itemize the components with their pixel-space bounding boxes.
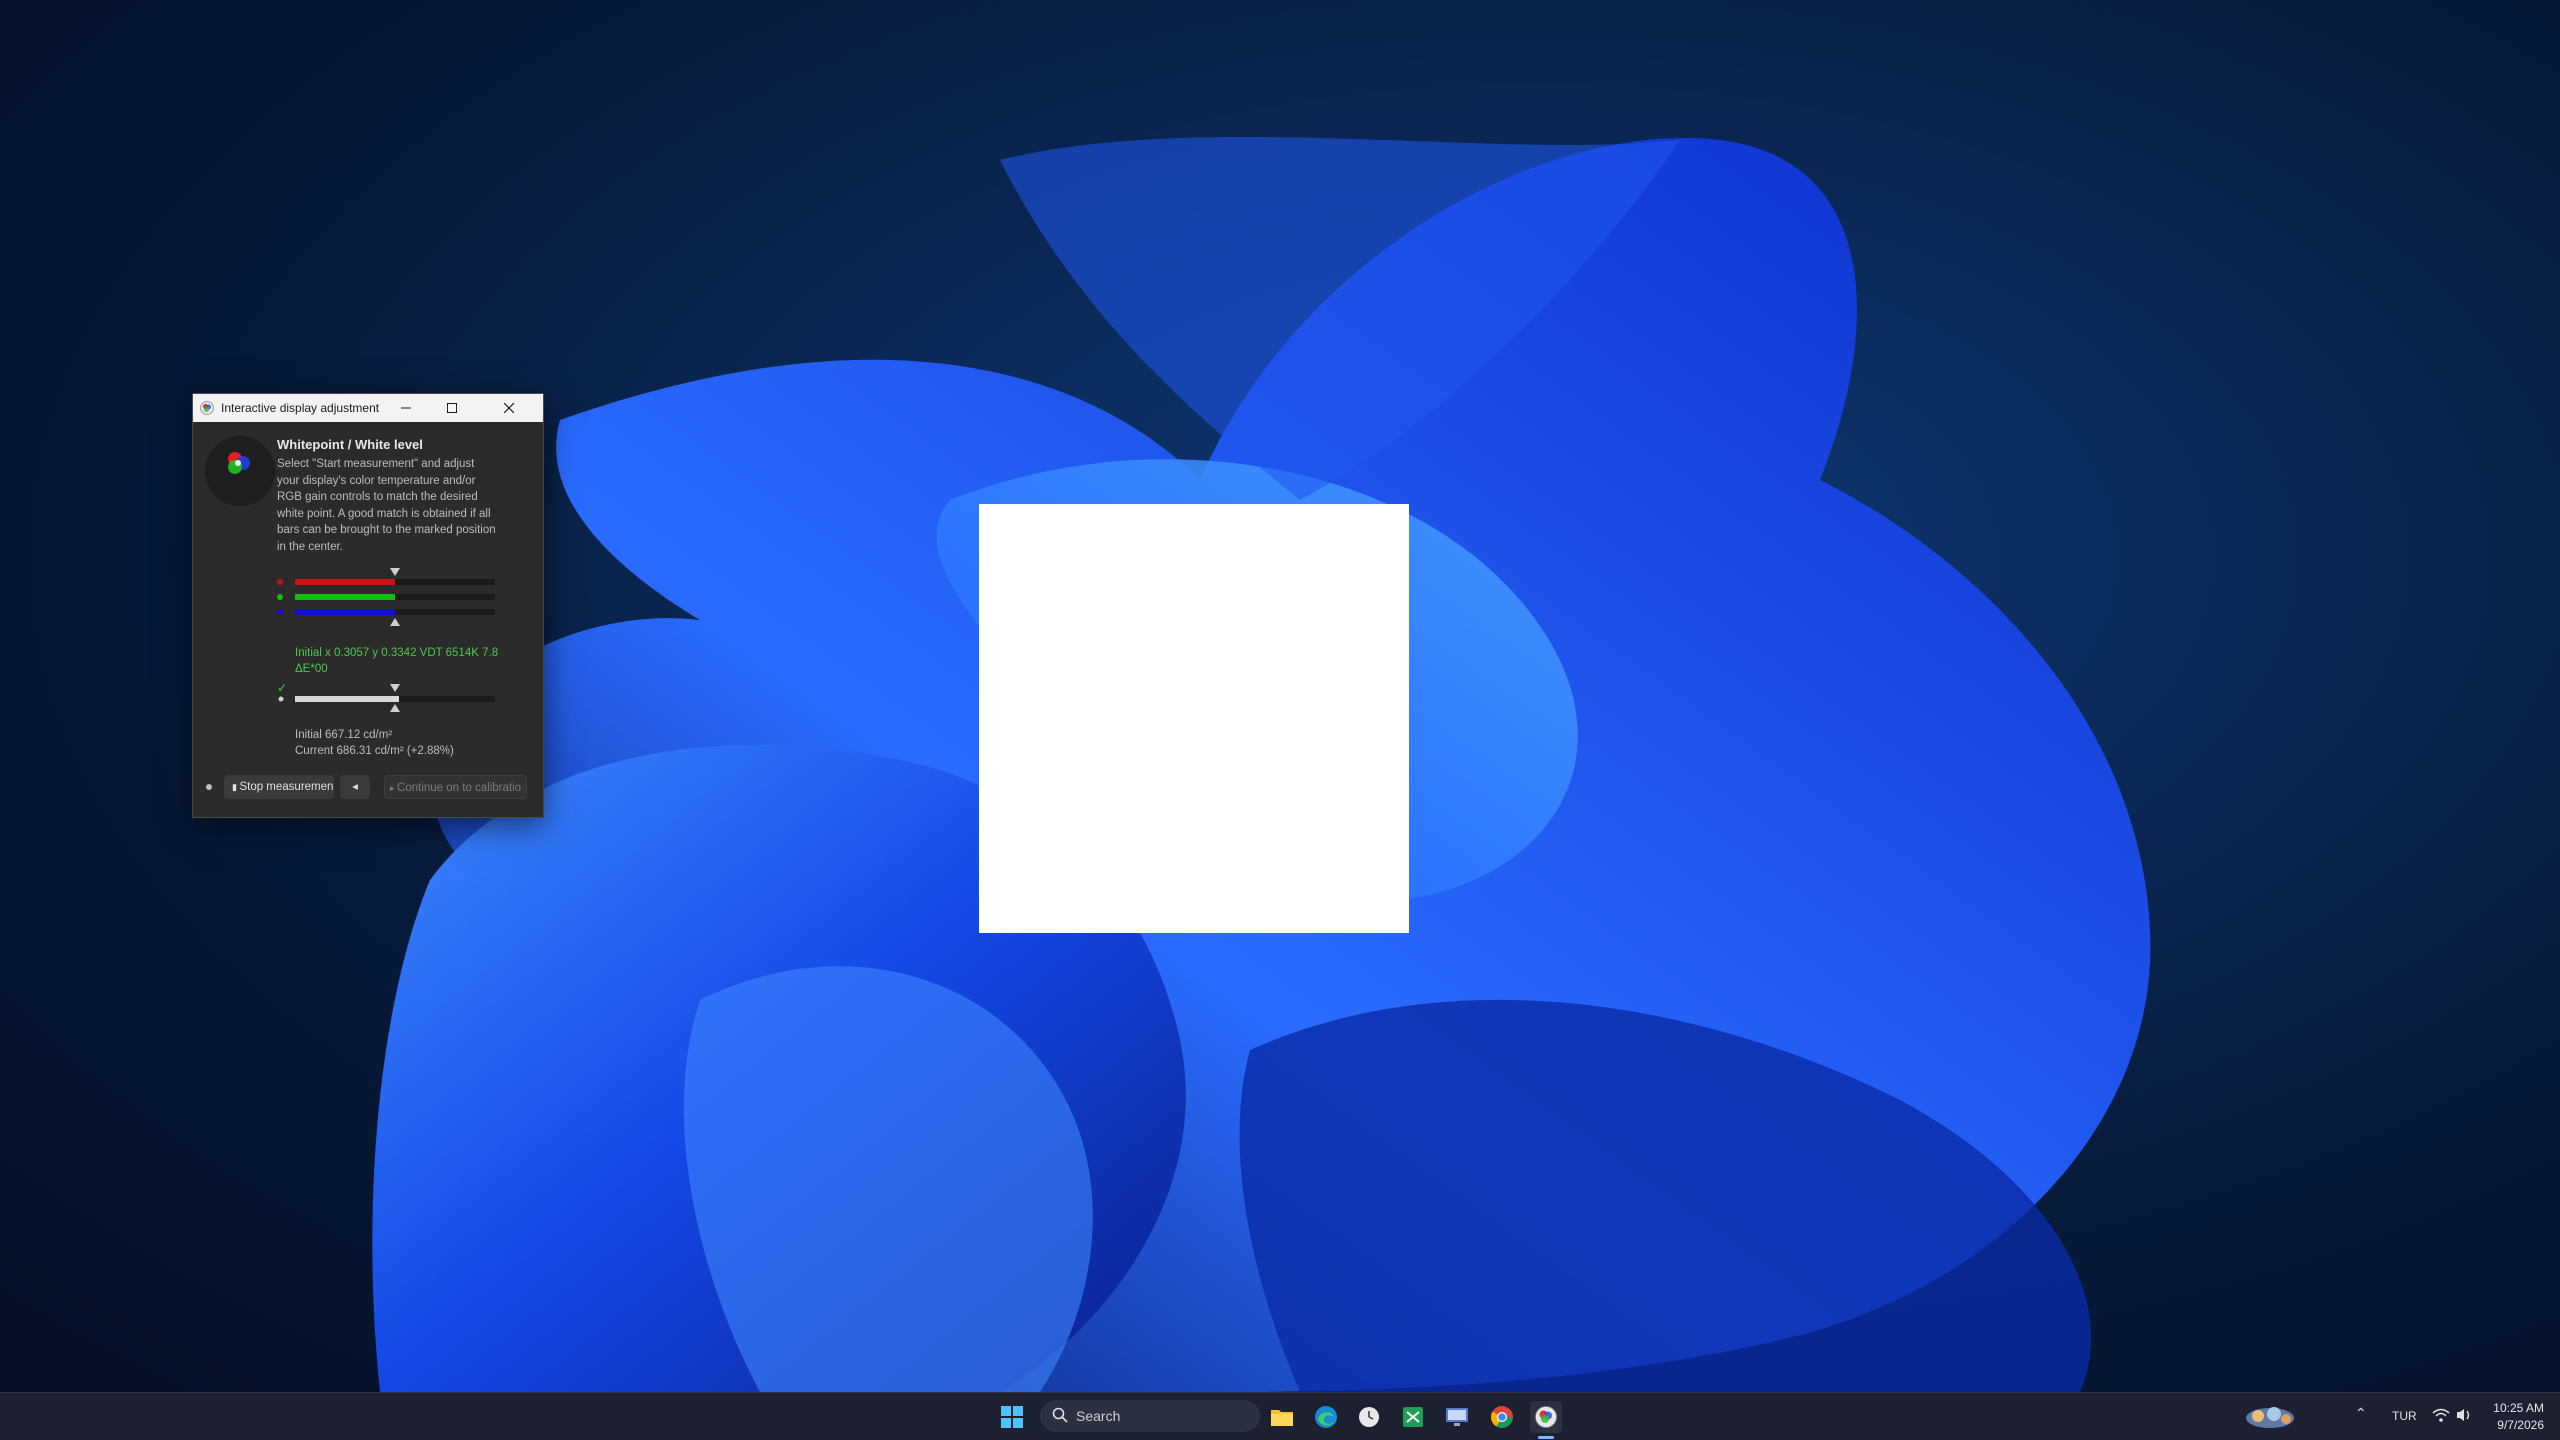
check-icon: ✓ <box>277 681 288 695</box>
luminance-current: Current 686.31 cd/m² (+2.88%) <box>295 745 454 757</box>
file-explorer-button[interactable] <box>1266 1401 1298 1433</box>
luminance-marker-bottom <box>390 704 400 712</box>
red-indicator-dot <box>277 579 283 585</box>
stop-measurement-label: Stop measuremen <box>239 781 334 793</box>
status-line-2: ΔE*00 <box>295 663 328 675</box>
back-arrow-icon: ◂ <box>352 781 358 793</box>
center-marker-bottom <box>390 618 400 626</box>
remote-desktop-button[interactable] <box>1441 1401 1473 1433</box>
app-icon <box>200 401 214 415</box>
monitor-icon <box>1446 1408 1468 1426</box>
title-bar[interactable]: Interactive display adjustment <box>193 394 543 422</box>
continue-icon: ▸ <box>390 783 398 793</box>
luminance-bar-track <box>295 696 495 702</box>
red-bar-track <box>295 579 495 585</box>
window-title: Interactive display adjustment <box>221 401 380 415</box>
taskbar: Search ⌃ TUR 10:25 AM 9/7/2026 <box>0 1392 2560 1440</box>
taskbar-clock-date[interactable]: 9/7/2026 <box>2488 1418 2544 1432</box>
window-footer: ▮ Stop measuremen ◂ ▸ Continue on to cal… <box>193 772 543 817</box>
calibration-patch <box>979 504 1409 933</box>
luminance-bar-fill <box>295 696 399 702</box>
status-line-1: Initial x 0.3057 y 0.3342 VDT 6514K 7.8 <box>295 647 499 659</box>
luminance-initial: Initial 667.12 cd/m² <box>295 729 393 741</box>
luminance-marker-top <box>390 684 400 692</box>
green-bar-fill <box>295 594 395 600</box>
minimize-icon <box>401 407 411 409</box>
continue-label: Continue on to calibratio <box>397 782 522 794</box>
volume-icon[interactable] <box>2455 1407 2473 1423</box>
search-icon <box>1052 1407 1068 1423</box>
blue-bar-track <box>295 609 495 615</box>
green-bar-track <box>295 594 495 600</box>
center-marker-top <box>390 568 400 576</box>
spreadsheet-icon <box>1403 1407 1423 1427</box>
maximize-icon <box>447 403 457 413</box>
edge-button[interactable] <box>1310 1401 1342 1433</box>
search-label: Search <box>1076 1408 1121 1424</box>
active-app-indicator <box>1538 1436 1554 1439</box>
clock-icon <box>1359 1407 1379 1427</box>
green-bar-row <box>277 593 497 601</box>
luminance-bar-row <box>277 695 497 703</box>
instructions-text: Select "Start measurement" and adjust yo… <box>277 458 496 553</box>
red-bar-fill <box>295 579 395 585</box>
green-indicator-dot <box>277 594 283 600</box>
rgb-circles-icon <box>228 452 250 474</box>
search-highlight-illustration-icon <box>2246 1407 2294 1428</box>
chrome-button[interactable] <box>1486 1401 1518 1433</box>
taskbar-search[interactable]: Search <box>1040 1400 2294 1432</box>
chrome-browser-icon <box>1491 1406 1513 1428</box>
wifi-icon[interactable] <box>2432 1407 2450 1423</box>
edge-browser-icon <box>1315 1406 1337 1428</box>
spreadsheet-app-button[interactable] <box>1397 1401 1429 1433</box>
calibration-app-icon <box>1535 1406 1557 1428</box>
rgb-circles-icon-container <box>205 436 275 506</box>
minimize-button[interactable] <box>383 394 429 422</box>
show-hidden-icons-chevron-icon[interactable]: ⌃ <box>2355 1405 2367 1422</box>
close-button[interactable] <box>475 394 543 422</box>
stop-measurement-button[interactable]: ▮ Stop measuremen <box>224 775 334 799</box>
clock-app-button[interactable] <box>1353 1401 1385 1433</box>
windows-logo-icon <box>1001 1406 1023 1428</box>
folder-icon <box>1271 1410 1293 1426</box>
status-dot <box>206 784 212 790</box>
blue-bar-fill <box>295 609 395 615</box>
back-button[interactable]: ◂ <box>340 775 370 799</box>
window-body: Whitepoint / White level Select "Start m… <box>193 422 543 817</box>
brightness-icon <box>278 696 284 702</box>
interactive-display-adjustment-window: Interactive display adjustment Whitepoin… <box>192 393 544 818</box>
input-language-indicator[interactable]: TUR <box>2392 1409 2417 1423</box>
section-heading: Whitepoint / White level <box>277 437 423 452</box>
continue-to-calibration-button[interactable]: ▸ Continue on to calibratio <box>384 775 527 799</box>
blue-bar-row <box>277 608 497 616</box>
start-button[interactable] <box>996 1401 1028 1433</box>
whitepoint-status: Initial x 0.3057 y 0.3342 VDT 6514K 7.8 … <box>295 645 505 677</box>
maximize-button[interactable] <box>429 394 475 422</box>
blue-indicator-dot <box>277 609 283 615</box>
display-calibration-app-button[interactable] <box>1530 1401 1562 1433</box>
close-icon <box>504 403 514 413</box>
red-bar-row <box>277 578 497 586</box>
taskbar-clock-time[interactable]: 10:25 AM <box>2488 1401 2544 1415</box>
